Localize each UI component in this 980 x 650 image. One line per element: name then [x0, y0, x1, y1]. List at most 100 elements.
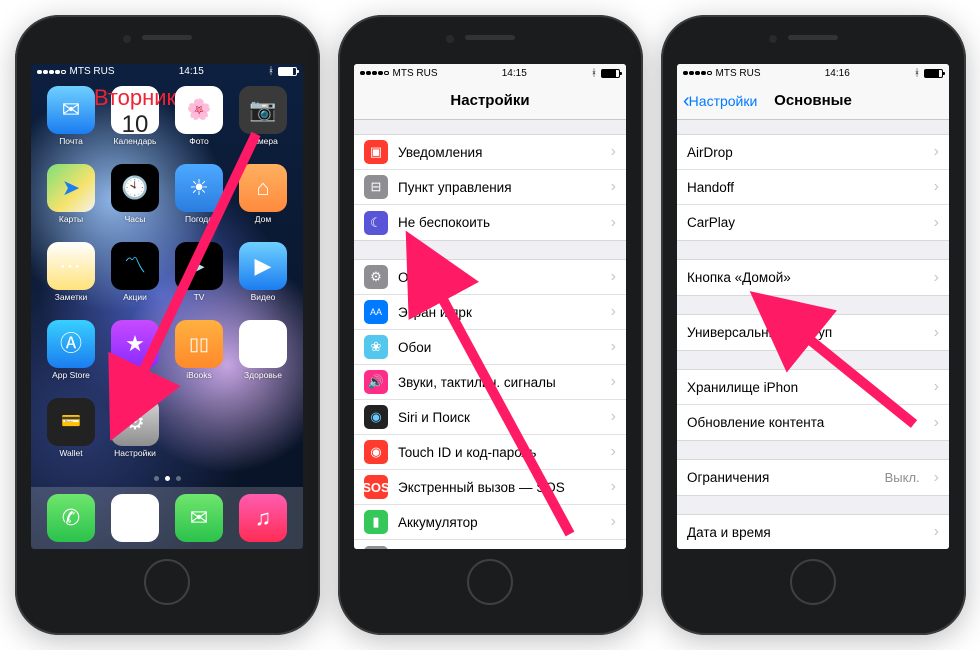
notification-badge: 1 [141, 395, 155, 409]
app-mail[interactable]: ✉︎Почта [41, 86, 101, 162]
row-general[interactable]: ⚙︎Основные› [354, 260, 626, 295]
clock-icon: 🕙 [121, 177, 148, 199]
phone-general: MTS RUS 14:16 ᚼ ‹Настройки Основные AirD… [661, 15, 966, 635]
notifications-icon: ▣ [364, 140, 388, 164]
chevron-right-icon: › [934, 523, 939, 541]
app-maps[interactable]: ➤Карты [41, 164, 101, 240]
music-icon: ♫ [255, 505, 272, 531]
appstore-icon: Ⓐ [60, 333, 82, 355]
chevron-right-icon: › [611, 143, 616, 161]
page-indicator[interactable] [31, 476, 303, 481]
chevron-right-icon: › [611, 373, 616, 391]
screen-general: MTS RUS 14:16 ᚼ ‹Настройки Основные AirD… [677, 64, 949, 549]
sos-icon: SOS [364, 475, 388, 499]
app-settings[interactable]: ⚙︎ 1 Настройки [105, 398, 165, 474]
app-stocks[interactable]: 〽︎Акции [105, 242, 165, 318]
ibooks-icon: ▯▯ [189, 335, 209, 353]
chevron-right-icon: › [934, 414, 939, 432]
chevron-right-icon: › [934, 143, 939, 161]
sensor [123, 35, 131, 43]
chevron-right-icon: › [611, 338, 616, 356]
chevron-right-icon: › [611, 513, 616, 531]
app-videos[interactable]: ▶︎Видео [233, 242, 293, 318]
videos-icon: ▶︎ [255, 255, 272, 277]
app-itunes[interactable]: ★iTunes [105, 320, 165, 396]
app-calendar[interactable]: Вторник10Календарь [105, 86, 165, 162]
chevron-right-icon: › [934, 178, 939, 196]
app-wallet[interactable]: 💳Wallet [41, 398, 101, 474]
home-button[interactable] [467, 559, 513, 605]
chevron-right-icon: › [934, 214, 939, 232]
gear-icon: ⚙︎ [364, 265, 388, 289]
bluetooth-icon: ᚼ [914, 68, 920, 79]
row-privacy[interactable]: ✋Конфиденциальность› [354, 540, 626, 549]
app-clock[interactable]: 🕙Часы [105, 164, 165, 240]
battery-row-icon: ▮ [364, 510, 388, 534]
app-health[interactable]: ♥Здоровье [233, 320, 293, 396]
row-home-button[interactable]: Кнопка «Домой»› [677, 260, 949, 295]
battery-icon [924, 69, 943, 78]
row-handoff[interactable]: Handoff› [677, 170, 949, 205]
general-list[interactable]: AirDrop› Handoff› CarPlay› Кнопка «Домой… [677, 120, 949, 549]
row-battery[interactable]: ▮Аккумулятор› [354, 505, 626, 540]
chevron-right-icon: › [611, 214, 616, 232]
screen-settings: MTS RUS 14:15 ᚼ Настройки ▣Уведомления› … [354, 64, 626, 549]
display-icon: AA [364, 300, 388, 324]
message-icon: ✉︎ [190, 505, 208, 531]
homescreen-grid: ✉︎Почта Вторник10Календарь 🌸Фото 📷Камера… [31, 80, 303, 474]
gear-icon: ⚙︎ [125, 411, 145, 433]
row-dnd[interactable]: ☾Не беспокоить› [354, 205, 626, 240]
row-date-time[interactable]: Дата и время› [677, 515, 949, 549]
notes-icon: ⋯ [59, 255, 83, 277]
row-accessibility[interactable]: Универсальный доступ› [677, 315, 949, 350]
row-background-refresh[interactable]: Обновление контента› [677, 405, 949, 440]
row-notifications[interactable]: ▣Уведомления› [354, 135, 626, 170]
row-control-center[interactable]: ⊟Пункт управления› [354, 170, 626, 205]
status-bar: MTS RUS 14:16 ᚼ [677, 64, 949, 82]
row-storage[interactable]: Хранилище iPhon› [677, 370, 949, 405]
app-camera[interactable]: 📷Камера [233, 86, 293, 162]
signal-icon [683, 71, 712, 76]
photos-icon: 🌸 [187, 100, 212, 120]
app-photos[interactable]: 🌸Фото [169, 86, 229, 162]
home-button[interactable] [144, 559, 190, 605]
control-center-icon: ⊟ [364, 175, 388, 199]
chevron-right-icon: › [934, 269, 939, 287]
row-carplay[interactable]: CarPlay› [677, 205, 949, 240]
battery-icon [601, 69, 620, 78]
row-siri[interactable]: ◉Siri и Поиск› [354, 400, 626, 435]
app-appstore[interactable]: ⒶApp Store [41, 320, 101, 396]
app-notes[interactable]: ⋯Заметки [41, 242, 101, 318]
chevron-right-icon: › [934, 378, 939, 396]
app-weather[interactable]: ☀︎Погода [169, 164, 229, 240]
dock-safari[interactable]: ✴︎ [111, 494, 159, 542]
row-airdrop[interactable]: AirDrop› [677, 135, 949, 170]
row-sos[interactable]: SOSЭкстренный вызов — SOS› [354, 470, 626, 505]
app-tv[interactable]: ▸TV [169, 242, 229, 318]
settings-list[interactable]: ▣Уведомления› ⊟Пункт управления› ☾Не бес… [354, 120, 626, 549]
row-display[interactable]: AAЭкран и ярк› [354, 295, 626, 330]
screen-home: MTS RUS 14:15 ᚼ ✉︎Почта Вторник10Календа… [31, 64, 303, 549]
phone-settings: MTS RUS 14:15 ᚼ Настройки ▣Уведомления› … [338, 15, 643, 635]
app-ibooks[interactable]: ▯▯iBooks [169, 320, 229, 396]
nav-bar: Настройки [354, 82, 626, 120]
chevron-right-icon: › [611, 408, 616, 426]
moon-icon: ☾ [364, 211, 388, 235]
home-button[interactable] [790, 559, 836, 605]
back-button[interactable]: ‹Настройки [683, 91, 757, 111]
dock-messages[interactable]: ✉︎ [175, 494, 223, 542]
app-home[interactable]: ⌂Дом [233, 164, 293, 240]
chevron-right-icon: › [611, 303, 616, 321]
restrictions-value: Выкл. [885, 470, 920, 485]
compass-icon: ✴︎ [126, 505, 144, 531]
row-touchid[interactable]: ◉Touch ID и код-пароль› [354, 435, 626, 470]
row-wallpaper[interactable]: ❀Обои› [354, 330, 626, 365]
chevron-right-icon: › [611, 178, 616, 196]
dock-music[interactable]: ♫ [239, 494, 287, 542]
page-title: Основные [774, 92, 852, 109]
dock-phone[interactable]: ✆ [47, 494, 95, 542]
sound-icon: 🔊 [364, 370, 388, 394]
carrier-label: MTS RUS [716, 68, 761, 79]
row-restrictions[interactable]: ОграниченияВыкл.› [677, 460, 949, 495]
row-sounds[interactable]: 🔊Звуки, тактильн. сигналы› [354, 365, 626, 400]
